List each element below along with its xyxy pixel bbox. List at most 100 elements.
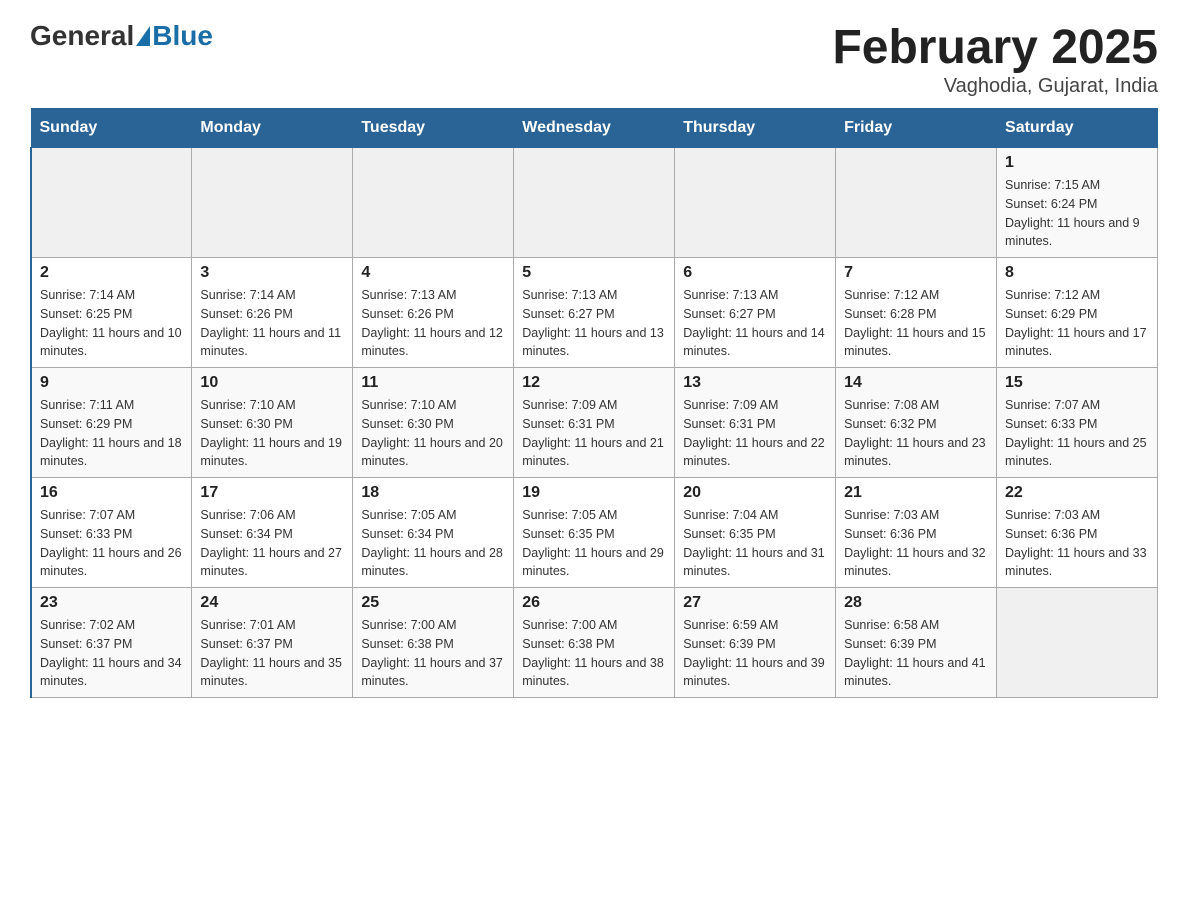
day-number: 26 bbox=[522, 594, 666, 612]
day-info: Sunrise: 7:14 AMSunset: 6:26 PMDaylight:… bbox=[200, 286, 344, 361]
day-number: 4 bbox=[361, 264, 505, 282]
calendar-cell: 4 Sunrise: 7:13 AMSunset: 6:26 PMDaylight… bbox=[353, 258, 514, 368]
day-info: Sunrise: 7:01 AMSunset: 6:37 PMDaylight:… bbox=[200, 616, 344, 691]
calendar-cell: 5 Sunrise: 7:13 AMSunset: 6:27 PMDaylight… bbox=[514, 258, 675, 368]
month-title: February 2025 bbox=[832, 20, 1158, 75]
calendar-cell: 19 Sunrise: 7:05 AMSunset: 6:35 PMDayligh… bbox=[514, 478, 675, 588]
page-header: General Blue February 2025 Vaghodia, Guj… bbox=[30, 20, 1158, 98]
day-number: 25 bbox=[361, 594, 505, 612]
calendar-cell: 20 Sunrise: 7:04 AMSunset: 6:35 PMDayligh… bbox=[675, 478, 836, 588]
day-info: Sunrise: 6:58 AMSunset: 6:39 PMDaylight:… bbox=[844, 616, 988, 691]
day-info: Sunrise: 7:10 AMSunset: 6:30 PMDaylight:… bbox=[361, 396, 505, 471]
logo-blue-text: Blue bbox=[152, 20, 213, 52]
day-info: Sunrise: 7:10 AMSunset: 6:30 PMDaylight:… bbox=[200, 396, 344, 471]
day-info: Sunrise: 7:05 AMSunset: 6:35 PMDaylight:… bbox=[522, 506, 666, 581]
calendar-cell bbox=[997, 588, 1158, 698]
day-number: 8 bbox=[1005, 264, 1149, 282]
day-number: 13 bbox=[683, 374, 827, 392]
day-info: Sunrise: 7:03 AMSunset: 6:36 PMDaylight:… bbox=[844, 506, 988, 581]
calendar-week-row: 9 Sunrise: 7:11 AMSunset: 6:29 PMDaylight… bbox=[31, 368, 1158, 478]
calendar-week-row: 1Sunrise: 7:15 AMSunset: 6:24 PMDaylight… bbox=[31, 148, 1158, 258]
calendar-cell: 23 Sunrise: 7:02 AMSunset: 6:37 PMDayligh… bbox=[31, 588, 192, 698]
calendar-cell: 2Sunrise: 7:14 AMSunset: 6:25 PMDaylight… bbox=[31, 258, 192, 368]
calendar-cell: 12Sunrise: 7:09 AMSunset: 6:31 PMDayligh… bbox=[514, 368, 675, 478]
calendar-cell: 22Sunrise: 7:03 AMSunset: 6:36 PMDayligh… bbox=[997, 478, 1158, 588]
calendar-cell bbox=[836, 148, 997, 258]
calendar-cell: 11 Sunrise: 7:10 AMSunset: 6:30 PMDayligh… bbox=[353, 368, 514, 478]
day-number: 6 bbox=[683, 264, 827, 282]
calendar-cell: 14 Sunrise: 7:08 AMSunset: 6:32 PMDayligh… bbox=[836, 368, 997, 478]
day-info: Sunrise: 7:13 AMSunset: 6:26 PMDaylight:… bbox=[361, 286, 505, 361]
day-info: Sunrise: 7:00 AMSunset: 6:38 PMDaylight:… bbox=[522, 616, 666, 691]
calendar-cell: 21Sunrise: 7:03 AMSunset: 6:36 PMDayligh… bbox=[836, 478, 997, 588]
calendar-cell: 15 Sunrise: 7:07 AMSunset: 6:33 PMDayligh… bbox=[997, 368, 1158, 478]
day-number: 10 bbox=[200, 374, 344, 392]
day-info: Sunrise: 7:02 AMSunset: 6:37 PMDaylight:… bbox=[40, 616, 183, 691]
logo: General Blue bbox=[30, 20, 213, 52]
day-number: 28 bbox=[844, 594, 988, 612]
weekday-header-sunday: Sunday bbox=[31, 109, 192, 148]
weekday-header-tuesday: Tuesday bbox=[353, 109, 514, 148]
day-number: 3 bbox=[200, 264, 344, 282]
day-number: 20 bbox=[683, 484, 827, 502]
day-number: 5 bbox=[522, 264, 666, 282]
day-info: Sunrise: 7:09 AMSunset: 6:31 PMDaylight:… bbox=[683, 396, 827, 471]
day-number: 7 bbox=[844, 264, 988, 282]
calendar-cell: 18Sunrise: 7:05 AMSunset: 6:34 PMDayligh… bbox=[353, 478, 514, 588]
calendar-cell: 17 Sunrise: 7:06 AMSunset: 6:34 PMDayligh… bbox=[192, 478, 353, 588]
day-info: Sunrise: 7:09 AMSunset: 6:31 PMDaylight:… bbox=[522, 396, 666, 471]
day-number: 17 bbox=[200, 484, 344, 502]
location-title: Vaghodia, Gujarat, India bbox=[832, 75, 1158, 98]
day-info: Sunrise: 7:00 AMSunset: 6:38 PMDaylight:… bbox=[361, 616, 505, 691]
calendar-cell: 27 Sunrise: 6:59 AMSunset: 6:39 PMDayligh… bbox=[675, 588, 836, 698]
title-area: February 2025 Vaghodia, Gujarat, India bbox=[832, 20, 1158, 98]
weekday-header-friday: Friday bbox=[836, 109, 997, 148]
day-number: 27 bbox=[683, 594, 827, 612]
calendar-cell: 1Sunrise: 7:15 AMSunset: 6:24 PMDaylight… bbox=[997, 148, 1158, 258]
day-number: 2 bbox=[40, 264, 183, 282]
day-info: Sunrise: 7:08 AMSunset: 6:32 PMDaylight:… bbox=[844, 396, 988, 471]
weekday-header-monday: Monday bbox=[192, 109, 353, 148]
weekday-header-row: SundayMondayTuesdayWednesdayThursdayFrid… bbox=[31, 109, 1158, 148]
day-info: Sunrise: 7:07 AMSunset: 6:33 PMDaylight:… bbox=[40, 506, 183, 581]
calendar-cell bbox=[353, 148, 514, 258]
calendar-cell: 3 Sunrise: 7:14 AMSunset: 6:26 PMDaylight… bbox=[192, 258, 353, 368]
calendar-week-row: 16 Sunrise: 7:07 AMSunset: 6:33 PMDayligh… bbox=[31, 478, 1158, 588]
day-info: Sunrise: 7:07 AMSunset: 6:33 PMDaylight:… bbox=[1005, 396, 1149, 471]
calendar-week-row: 2Sunrise: 7:14 AMSunset: 6:25 PMDaylight… bbox=[31, 258, 1158, 368]
calendar-cell bbox=[31, 148, 192, 258]
logo-triangle-icon bbox=[136, 26, 150, 46]
weekday-header-saturday: Saturday bbox=[997, 109, 1158, 148]
calendar-cell: 7 Sunrise: 7:12 AMSunset: 6:28 PMDaylight… bbox=[836, 258, 997, 368]
day-number: 15 bbox=[1005, 374, 1149, 392]
day-info: Sunrise: 7:06 AMSunset: 6:34 PMDaylight:… bbox=[200, 506, 344, 581]
calendar-cell: 9 Sunrise: 7:11 AMSunset: 6:29 PMDaylight… bbox=[31, 368, 192, 478]
calendar-cell: 28 Sunrise: 6:58 AMSunset: 6:39 PMDayligh… bbox=[836, 588, 997, 698]
calendar-cell: 26 Sunrise: 7:00 AMSunset: 6:38 PMDayligh… bbox=[514, 588, 675, 698]
calendar-week-row: 23 Sunrise: 7:02 AMSunset: 6:37 PMDayligh… bbox=[31, 588, 1158, 698]
weekday-header-thursday: Thursday bbox=[675, 109, 836, 148]
day-number: 16 bbox=[40, 484, 183, 502]
weekday-header-wednesday: Wednesday bbox=[514, 109, 675, 148]
calendar-cell: 16 Sunrise: 7:07 AMSunset: 6:33 PMDayligh… bbox=[31, 478, 192, 588]
calendar-table: SundayMondayTuesdayWednesdayThursdayFrid… bbox=[30, 108, 1158, 698]
day-number: 14 bbox=[844, 374, 988, 392]
day-number: 24 bbox=[200, 594, 344, 612]
day-info: Sunrise: 7:12 AMSunset: 6:28 PMDaylight:… bbox=[844, 286, 988, 361]
day-number: 23 bbox=[40, 594, 183, 612]
calendar-cell bbox=[514, 148, 675, 258]
calendar-cell: 25 Sunrise: 7:00 AMSunset: 6:38 PMDayligh… bbox=[353, 588, 514, 698]
day-info: Sunrise: 7:11 AMSunset: 6:29 PMDaylight:… bbox=[40, 396, 183, 471]
day-info: Sunrise: 6:59 AMSunset: 6:39 PMDaylight:… bbox=[683, 616, 827, 691]
day-info: Sunrise: 7:13 AMSunset: 6:27 PMDaylight:… bbox=[522, 286, 666, 361]
day-number: 11 bbox=[361, 374, 505, 392]
calendar-cell bbox=[675, 148, 836, 258]
day-number: 1 bbox=[1005, 154, 1149, 172]
calendar-cell: 13 Sunrise: 7:09 AMSunset: 6:31 PMDayligh… bbox=[675, 368, 836, 478]
logo-general-text: General bbox=[30, 20, 134, 52]
day-info: Sunrise: 7:04 AMSunset: 6:35 PMDaylight:… bbox=[683, 506, 827, 581]
day-info: Sunrise: 7:03 AMSunset: 6:36 PMDaylight:… bbox=[1005, 506, 1149, 581]
day-number: 9 bbox=[40, 374, 183, 392]
day-number: 19 bbox=[522, 484, 666, 502]
day-number: 18 bbox=[361, 484, 505, 502]
